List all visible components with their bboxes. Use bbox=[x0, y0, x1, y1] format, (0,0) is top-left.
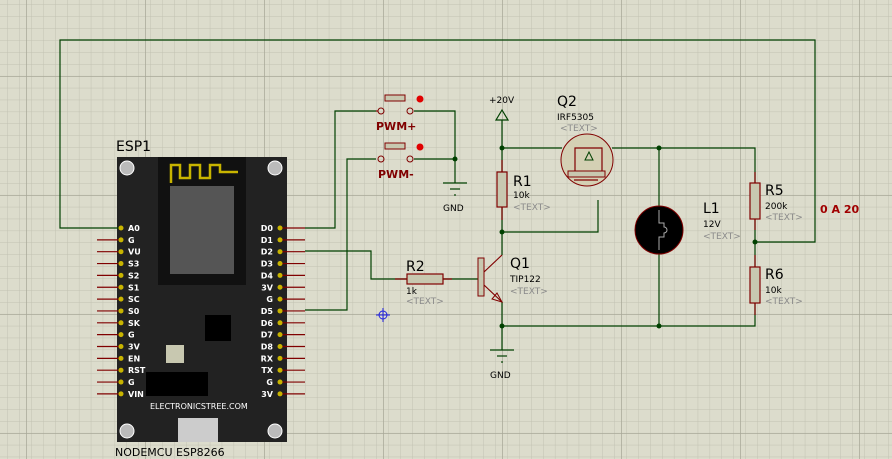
value: IRF5305 bbox=[557, 113, 594, 123]
ref: R2 bbox=[406, 259, 425, 275]
mount-hole bbox=[267, 160, 283, 176]
ref: R5 bbox=[765, 183, 784, 199]
pin-label: SK bbox=[128, 319, 141, 328]
switch-state-icon[interactable] bbox=[416, 143, 424, 151]
pin-label: 3V bbox=[261, 283, 274, 292]
probe-readout: 0 A 20 bbox=[820, 203, 859, 216]
mount-hole bbox=[267, 423, 283, 439]
ref: Q2 bbox=[557, 94, 577, 110]
supply-label: +20V bbox=[489, 96, 515, 106]
pin-label: S2 bbox=[128, 271, 139, 280]
pin-label: 3V bbox=[128, 343, 141, 352]
gnd-label: GND bbox=[443, 204, 464, 214]
pin-label: A0 bbox=[128, 224, 140, 233]
usb-port-icon bbox=[178, 418, 218, 442]
pin-label: D3 bbox=[261, 260, 273, 269]
pin-label: D1 bbox=[261, 236, 274, 245]
pin-label: G bbox=[128, 236, 135, 245]
schematic-canvas[interactable]: ESP1 ELECTRONICSTREE.COM NODEMCU ESP8266… bbox=[0, 0, 892, 459]
pin-label: D8 bbox=[261, 343, 274, 352]
ref: Q1 bbox=[510, 256, 530, 272]
esp8266-board[interactable]: ESP1 ELECTRONICSTREE.COM NODEMCU ESP8266… bbox=[97, 139, 305, 459]
pin-label: D6 bbox=[261, 319, 274, 328]
ref: R1 bbox=[513, 174, 532, 190]
pin-label: TX bbox=[261, 366, 273, 375]
value: 200k bbox=[765, 202, 788, 212]
pin-label: G bbox=[128, 378, 135, 387]
esp-ref: ESP1 bbox=[116, 139, 151, 155]
pin-label: S3 bbox=[128, 260, 139, 269]
switch-state-icon[interactable] bbox=[416, 95, 424, 103]
text-placeholder: <TEXT> bbox=[406, 297, 444, 307]
text-placeholder: <TEXT> bbox=[765, 213, 803, 223]
text-placeholder: <TEXT> bbox=[560, 124, 598, 134]
pin-label: EN bbox=[128, 354, 140, 363]
pin-label: RX bbox=[261, 354, 274, 363]
pin-label: VIN bbox=[128, 390, 144, 399]
pin-label: VU bbox=[128, 248, 141, 257]
value: TIP122 bbox=[509, 275, 541, 285]
mount-hole bbox=[119, 423, 135, 439]
ref: L1 bbox=[703, 201, 720, 217]
crystal bbox=[166, 345, 184, 363]
pin-label: S1 bbox=[128, 283, 140, 292]
text-placeholder: <TEXT> bbox=[510, 287, 548, 297]
brand-text: ELECTRONICSTREE.COM bbox=[150, 402, 248, 411]
pin-label: 3V bbox=[261, 390, 274, 399]
chip bbox=[146, 372, 208, 396]
pin-label: D4 bbox=[261, 271, 274, 280]
pin-label: G bbox=[266, 378, 273, 387]
value: 10k bbox=[765, 286, 782, 296]
mount-hole bbox=[119, 160, 135, 176]
pin-label: D7 bbox=[261, 331, 273, 340]
pin-label: D2 bbox=[261, 248, 273, 257]
pin-label: S0 bbox=[128, 307, 140, 316]
value: 12V bbox=[703, 220, 721, 230]
ref: R6 bbox=[765, 267, 784, 283]
pin-label: D0 bbox=[261, 224, 274, 233]
switch-label: PWM- bbox=[378, 168, 414, 181]
esp-part: NODEMCU ESP8266 bbox=[115, 446, 225, 459]
pin-label: RST bbox=[128, 366, 146, 375]
pin-label: G bbox=[128, 331, 135, 340]
pin-label: G bbox=[266, 295, 273, 304]
module-shield bbox=[170, 186, 234, 274]
regulator bbox=[205, 315, 231, 341]
pin-label: D5 bbox=[261, 307, 274, 316]
switch-label: PWM+ bbox=[376, 120, 416, 133]
text-placeholder: <TEXT> bbox=[703, 232, 741, 242]
value: 10k bbox=[513, 191, 530, 201]
text-placeholder: <TEXT> bbox=[513, 203, 551, 213]
pin-label: SC bbox=[128, 295, 140, 304]
gnd-label: GND bbox=[490, 371, 511, 381]
value: 1k bbox=[406, 287, 418, 297]
text-placeholder: <TEXT> bbox=[765, 297, 803, 307]
